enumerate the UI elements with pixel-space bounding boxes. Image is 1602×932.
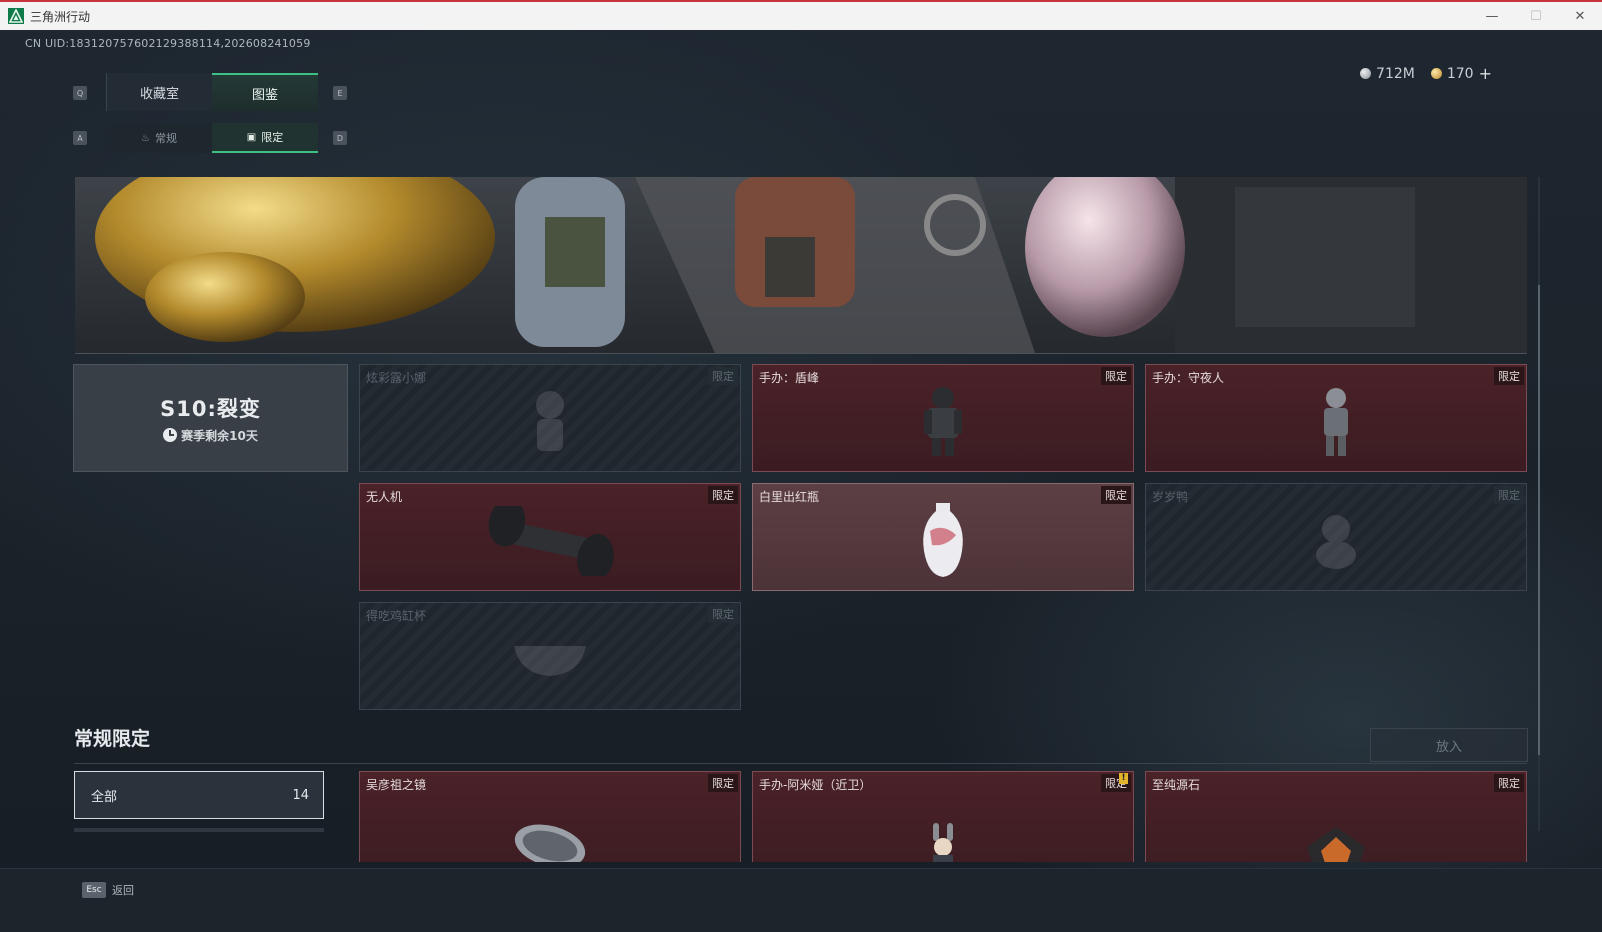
item-card[interactable]: 手办：盾峰 限定 <box>752 364 1134 472</box>
limited-tag: 限定 <box>708 774 738 792</box>
clock-icon <box>163 428 178 442</box>
figure-icon <box>1324 388 1348 457</box>
close-button[interactable]: ✕ <box>1558 2 1602 30</box>
flame-icon: ♨ <box>141 132 150 144</box>
item-name: 岁岁鸭 <box>1152 490 1189 504</box>
item-name: 吴彦祖之镜 <box>366 778 427 792</box>
minimize-button[interactable]: — <box>1470 2 1514 30</box>
sub-tabs: ♨ 常规 ▣ 限定 <box>106 123 318 153</box>
season-title: S10:裂变 <box>160 396 261 421</box>
window-titlebar: 三角洲行动 — ☐ ✕ <box>0 0 1602 30</box>
item-name: 白里出红瓶 <box>759 490 820 504</box>
silver-coin-icon <box>1360 68 1372 79</box>
item-card[interactable]: 手办-阿米娅（近卫） 限定 ! <box>752 771 1134 862</box>
tab-regular[interactable]: ♨ 常规 <box>106 123 212 153</box>
item-name: 炫彩露小娜 <box>366 371 427 385</box>
maximize-button[interactable]: ☐ <box>1514 2 1558 30</box>
limited-tag: 限定 <box>708 367 738 385</box>
item-name: 得吃鸡缸杯 <box>366 609 427 623</box>
limited-tag: 限定 <box>708 486 738 504</box>
item-name: 无人机 <box>366 490 403 504</box>
key-hint-a: A <box>73 131 87 145</box>
key-hint-e: E <box>333 86 347 100</box>
main-tabs: 收藏室 图鉴 <box>106 73 318 111</box>
drone-icon <box>488 506 614 577</box>
put-in-button[interactable]: 放入 <box>1370 728 1528 762</box>
window-title: 三角洲行动 <box>30 9 91 24</box>
tab-limited[interactable]: ▣ 限定 <box>212 123 318 153</box>
limited-tag: 限定 <box>1101 367 1131 385</box>
limited-tag: 限定 <box>1101 486 1131 504</box>
item-card[interactable]: 手办：守夜人 限定 <box>1145 364 1527 472</box>
key-hint-d: D <box>333 131 347 145</box>
season-remaining: 赛季剩余10天 <box>163 427 258 444</box>
back-button[interactable]: Esc 返回 <box>74 874 142 906</box>
mirror-icon <box>514 824 586 862</box>
tab-catalog[interactable]: 图鉴 <box>212 73 318 111</box>
gold-coin-icon <box>1430 68 1442 79</box>
season-banner-image <box>75 177 1527 354</box>
back-label: 返回 <box>112 884 134 897</box>
filter-all-button[interactable]: 全部 14 <box>74 771 324 819</box>
item-card-locked[interactable]: 炫彩露小娜 限定 <box>359 364 741 472</box>
limited-tag: 限定 <box>1494 774 1524 792</box>
limited-tag: 限定 ! <box>1101 773 1131 792</box>
figure-silhouette-icon <box>536 391 564 452</box>
item-name: 手办：盾峰 <box>759 371 820 385</box>
section-title: 常规限定 <box>74 728 151 750</box>
warning-icon: ! <box>1119 773 1128 784</box>
season-remaining-text: 赛季剩余10天 <box>181 428 258 443</box>
item-card[interactable]: 白里出红瓶 限定 <box>752 483 1134 591</box>
cup-silhouette-icon <box>514 646 586 677</box>
limited-tag: 限定 <box>1494 486 1524 504</box>
silver-amount: 712M <box>1376 65 1415 82</box>
item-card-locked[interactable]: 得吃鸡缸杯 限定 <box>359 602 741 710</box>
scrollbar-thumb[interactable] <box>1538 285 1540 755</box>
item-card[interactable]: 至纯源石 限定 <box>1145 771 1527 862</box>
filter-item[interactable] <box>74 828 324 832</box>
armored-figure-icon <box>924 387 962 457</box>
item-name: 至纯源石 <box>1152 778 1201 792</box>
gold-currency: 170 + <box>1430 64 1492 83</box>
limited-tag: 限定 <box>1494 367 1524 385</box>
rabbit-figure-icon <box>933 823 953 862</box>
add-currency-button[interactable]: + <box>1479 64 1492 83</box>
picture-icon: ▣ <box>246 131 257 143</box>
uid-label: CN UID:18312075760212938811​4,2026082410… <box>25 37 311 50</box>
item-name: 手办：守夜人 <box>1152 371 1225 385</box>
gold-amount: 170 <box>1446 65 1474 82</box>
currency-bar: 712M 170 + <box>1360 64 1492 83</box>
item-name: 手办-阿米娅（近卫） <box>759 778 872 792</box>
item-card-locked[interactable]: 岁岁鸭 限定 <box>1145 483 1527 591</box>
tab-collection-room[interactable]: 收藏室 <box>106 73 212 111</box>
duck-silhouette-icon <box>1316 515 1356 570</box>
tab-limited-label: 限定 <box>261 131 284 144</box>
filter-all-label: 全部 <box>91 789 118 805</box>
bottom-bar <box>0 868 1602 932</box>
season-card: S10:裂变 赛季剩余10天 <box>73 364 348 472</box>
limited-tag: 限定 <box>708 605 738 623</box>
originium-stone-icon <box>1307 827 1365 862</box>
item-card[interactable]: 吴彦祖之镜 限定 <box>359 771 741 862</box>
game-viewport: CN UID:18312075760212938811​4,2026082410… <box>0 30 1602 932</box>
key-hint-q: Q <box>73 86 87 100</box>
section-divider <box>74 763 1527 764</box>
tab-regular-label: 常规 <box>154 132 177 145</box>
porcelain-vase-icon <box>923 503 963 578</box>
item-card[interactable]: 无人机 限定 <box>359 483 741 591</box>
silver-currency: 712M <box>1360 66 1415 82</box>
app-logo-icon <box>8 8 24 24</box>
filter-all-count: 14 <box>292 787 309 803</box>
esc-key-hint: Esc <box>82 882 106 898</box>
